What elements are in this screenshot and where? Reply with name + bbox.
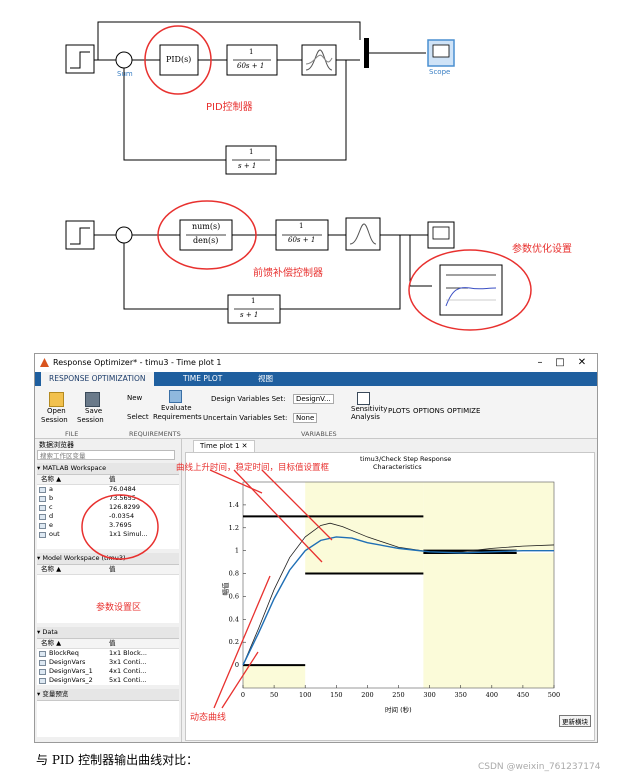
x-tick-label: 150: [330, 691, 342, 699]
x-tick-label: 100: [299, 691, 311, 699]
x-tick-label: 250: [392, 691, 404, 699]
annotation-arrow: [209, 469, 263, 494]
y-tick-label: 0.8: [229, 570, 239, 578]
x-axis-label: 时间 (秒): [385, 706, 412, 714]
params-highlight: [81, 494, 159, 560]
x-tick-label: 450: [517, 691, 529, 699]
bound-region: [305, 482, 424, 574]
x-tick-label: 500: [548, 691, 560, 699]
y-tick-label: 0: [235, 661, 239, 669]
x-tick-label: 0: [241, 691, 245, 699]
watermark: CSDN @weixin_761237174: [478, 762, 601, 772]
x-tick-label: 300: [423, 691, 435, 699]
caption: 与 PID 控制器输出曲线对比：: [36, 753, 199, 767]
bound-region: [423, 482, 554, 551]
x-tick-label: 50: [270, 691, 278, 699]
curve-note: 动态曲线: [190, 713, 227, 723]
y-tick-label: 0.4: [229, 615, 239, 623]
x-tick-label: 400: [486, 691, 498, 699]
y-tick-label: 0.6: [229, 592, 239, 600]
step-response-chart: 0 50 100 150 200 250 300 350 400 450 500 0 0.2 0.4 0.6…: [81, 469, 560, 709]
bound-region: [423, 552, 554, 688]
y-axis-label: 幅值: [221, 582, 230, 596]
params-note: 参数设置区: [96, 603, 142, 613]
y-tick-label: 1: [235, 547, 239, 555]
bounds-note: 曲线上升时间，稳定时间，目标值设置框: [176, 463, 330, 473]
y-tick-label: 1.4: [229, 501, 239, 509]
y-tick-label: 0.2: [229, 638, 239, 646]
x-tick-label: 350: [454, 691, 466, 699]
y-tick-label: 1.2: [229, 524, 239, 532]
bound-region: [243, 665, 306, 688]
x-tick-label: 200: [361, 691, 373, 699]
